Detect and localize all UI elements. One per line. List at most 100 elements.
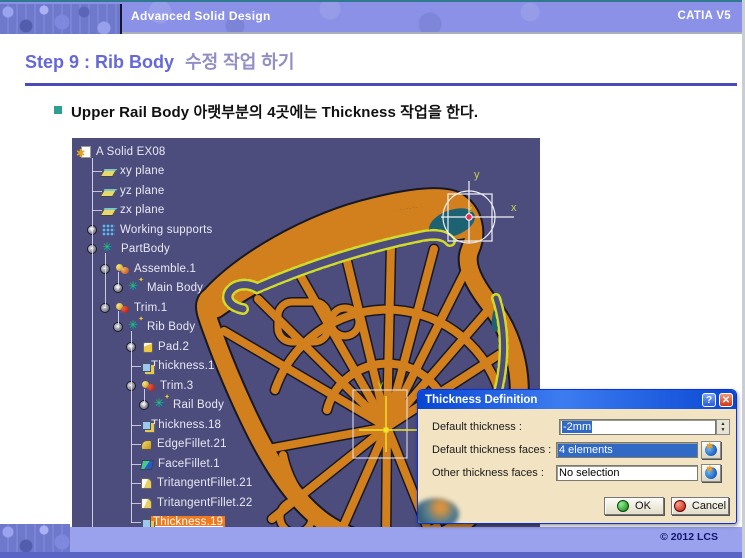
default-thickness-label: Default thickness : — [432, 421, 522, 433]
spinner-down-icon[interactable]: ▼ — [721, 427, 726, 433]
bullet-row: Upper Rail Body 아랫부분의 4곳에는 Thickness 작업을… — [54, 101, 478, 122]
tree-item-label: Trim.1 — [134, 302, 167, 314]
tree-item-label: Rib Body — [147, 321, 195, 333]
page-title: Step 9 : Rib Body 수정 작업 하기 — [25, 48, 294, 74]
tree-item-zx-plane[interactable]: zx plane — [74, 201, 252, 221]
tree-item-working-supports[interactable]: +Working supports — [74, 220, 252, 240]
ok-ball-icon — [617, 500, 629, 512]
tree-item-label: A Solid EX08 — [96, 146, 166, 158]
ok-button[interactable]: OK — [604, 497, 664, 515]
tree-branch-line — [105, 253, 106, 308]
tree-item-label: Main Body — [147, 282, 203, 294]
tree-item-partbody[interactable]: -PartBody — [74, 240, 252, 260]
tree-item-thickness-18[interactable]: Thickness.18 — [74, 415, 252, 435]
tree-item-label: TritangentFillet.21 — [157, 477, 252, 489]
default-thickness-input[interactable]: -2mm — [559, 419, 716, 435]
faces-picker-button[interactable] — [701, 441, 721, 459]
app-title: Advanced Solid Design — [131, 9, 271, 23]
origin-point[interactable] — [466, 214, 472, 220]
tree-item-trim-1[interactable]: -Trim.1 — [74, 298, 252, 318]
footer-band — [0, 527, 745, 552]
body-icon — [154, 398, 168, 412]
thickness-spinner[interactable]: ▲▼ — [716, 419, 730, 435]
tree-item-thickness-1[interactable]: Thickness.1 — [74, 357, 252, 377]
tree-item-label: xy plane — [120, 165, 164, 177]
tree-item-tritangentfillet-21[interactable]: TritangentFillet.21 — [74, 474, 252, 494]
axis-label-y: y — [474, 169, 480, 181]
thickness-definition-dialog: Thickness Definition ? ✕ Default thickne… — [417, 389, 737, 524]
header-band — [0, 0, 745, 34]
tree-item-xy-plane[interactable]: xy plane — [74, 162, 252, 182]
tree-item-label: zx plane — [120, 204, 164, 216]
other-faces-picker-button[interactable] — [701, 464, 721, 482]
tree-item-label: Rail Body — [173, 399, 224, 411]
multi-select-icon — [705, 467, 717, 479]
tree-branch-line — [131, 331, 132, 523]
tree-item-label: Trim.3 — [160, 380, 193, 392]
dialog-titlebar[interactable]: Thickness Definition ? ✕ — [418, 390, 736, 409]
tree-item-label: Working supports — [120, 224, 212, 236]
tree-item-rail-body[interactable]: +Rail Body — [74, 396, 252, 416]
thickness-icon — [142, 421, 151, 430]
dialog-title: Thickness Definition — [425, 394, 702, 406]
body-icon — [128, 281, 142, 295]
help-button[interactable]: ? — [702, 393, 716, 407]
tree-item-facefillet-1[interactable]: FaceFillet.1 — [74, 454, 252, 474]
tritangent-fillet-icon — [141, 478, 152, 489]
copyright: © 2012 LCS — [660, 531, 718, 543]
bullet-square-icon — [54, 106, 62, 114]
other-thickness-faces-label: Other thickness faces : — [432, 467, 544, 479]
tree-item-yz-plane[interactable]: yz plane — [74, 181, 252, 201]
face-fillet-icon — [140, 460, 154, 470]
bullet-text: Upper Rail Body 아랫부분의 4곳에는 Thickness 작업을… — [71, 101, 478, 122]
axis-label-x: x — [511, 202, 517, 214]
plane-icon — [100, 189, 118, 197]
axis-label-z: z — [468, 204, 473, 214]
cancel-ball-icon — [674, 500, 686, 512]
plane-icon — [100, 169, 118, 177]
edge-fillet-icon — [141, 440, 152, 450]
default-thickness-value: -2mm — [562, 421, 592, 433]
working-supports-icon — [102, 224, 115, 236]
page-title-ko: 수정 작업 하기 — [185, 52, 294, 72]
tree-item-label: EdgeFillet.21 — [157, 438, 227, 450]
thickness-icon — [142, 363, 151, 372]
tree-trunk-line — [92, 158, 93, 542]
tree-item-pad-2[interactable]: +Pad.2 — [74, 337, 252, 357]
part-document-icon — [81, 146, 91, 158]
plane-icon — [100, 208, 118, 216]
tree-item-rib-body[interactable]: -Rib Body — [74, 318, 252, 338]
spec-tree: A Solid EX08 xy plane yz plane zx plane +Wor… — [74, 138, 252, 552]
close-button[interactable]: ✕ — [719, 393, 733, 407]
tree-item-label: Assemble.1 — [134, 263, 196, 275]
tree-item-tritangentfillet-22[interactable]: TritangentFillet.22 — [74, 493, 252, 513]
bottom-border — [0, 552, 745, 558]
tree-item-assemble-1[interactable]: -Assemble.1 — [74, 259, 252, 279]
default-thickness-faces-label: Default thickness faces : — [432, 444, 551, 456]
tree-item-a-solid-ex08[interactable]: A Solid EX08 — [74, 142, 252, 162]
tree-item-label: FaceFillet.1 — [158, 458, 220, 470]
other-thickness-faces-input[interactable]: No selection — [556, 465, 698, 481]
default-thickness-faces-input[interactable]: 4 elements — [556, 442, 698, 458]
tree-item-label: PartBody — [121, 243, 170, 255]
page-title-en: Step 9 : Rib Body — [25, 52, 174, 72]
hub-axis-label: y — [378, 380, 383, 391]
tree-item-edgefillet-21[interactable]: EdgeFillet.21 — [74, 435, 252, 455]
tree-item-main-body[interactable]: +Main Body — [74, 279, 252, 299]
tree-item-label: Thickness.18 — [151, 419, 221, 431]
pad-icon — [143, 342, 153, 353]
brand-label: CATIA V5 — [677, 10, 731, 22]
tritangent-fillet-icon — [141, 498, 152, 509]
tree-item-label: yz plane — [120, 185, 164, 197]
cancel-label: Cancel — [692, 500, 726, 512]
tree-item-label: TritangentFillet.22 — [157, 497, 252, 509]
slide: { "header": { "app_title": "Advanced Sol… — [0, 0, 745, 558]
tree-item-label: Thickness.1 — [151, 360, 215, 372]
cancel-button[interactable]: Cancel — [671, 497, 729, 515]
ok-label: OK — [635, 500, 651, 512]
header-decoration — [0, 4, 122, 34]
tree-branch-line — [118, 272, 119, 289]
globe-decoration — [417, 498, 459, 524]
title-underline — [25, 83, 737, 86]
tree-branch-line — [144, 389, 145, 406]
